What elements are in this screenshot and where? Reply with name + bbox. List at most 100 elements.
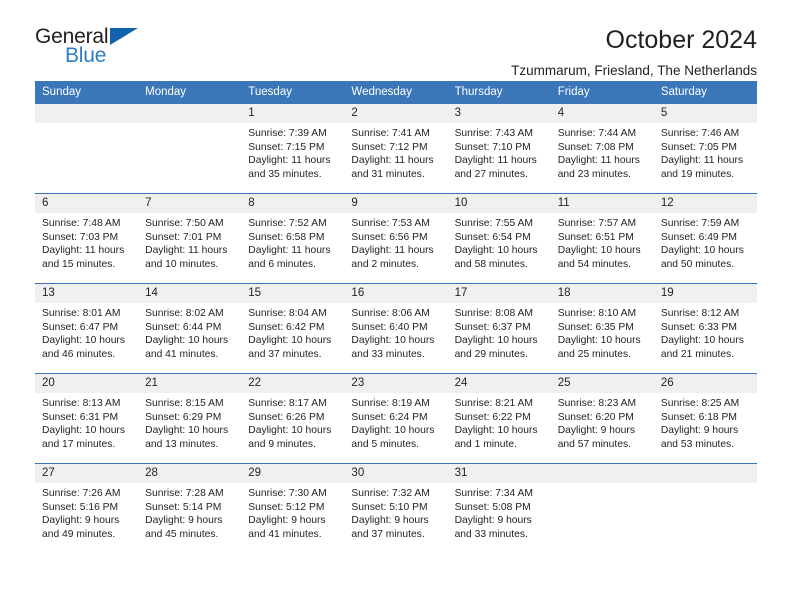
day-details: Sunrise: 7:52 AM Sunset: 6:58 PM Dayligh… — [241, 213, 344, 271]
day-cell[interactable]: 19 Sunrise: 8:12 AM Sunset: 6:33 PM Dayl… — [653, 283, 757, 374]
day-cell[interactable]: 3 Sunrise: 7:43 AM Sunset: 7:10 PM Dayli… — [447, 103, 551, 194]
day-cell[interactable]: 27 Sunrise: 7:26 AM Sunset: 5:16 PM Dayl… — [35, 463, 139, 554]
day-cell[interactable]: 12 Sunrise: 7:59 AM Sunset: 6:49 PM Dayl… — [653, 193, 757, 284]
day-cell[interactable]: 18 Sunrise: 8:10 AM Sunset: 6:35 PM Dayl… — [550, 283, 654, 374]
weekday-header-sunday: Sunday — [35, 81, 139, 104]
sunrise-text: Sunrise: 8:23 AM — [557, 398, 637, 409]
sunset-text: Sunset: 6:20 PM — [557, 411, 634, 423]
sunset-text: Sunset: 5:16 PM — [42, 501, 119, 513]
day-cell[interactable]: 23 Sunrise: 8:19 AM Sunset: 6:24 PM Dayl… — [344, 373, 448, 464]
day-details: Sunrise: 8:25 AM Sunset: 6:18 PM Dayligh… — [654, 393, 757, 451]
sunrise-text: Sunrise: 8:19 AM — [351, 398, 430, 409]
sunset-text: Sunset: 5:14 PM — [145, 501, 222, 513]
day-cell[interactable]: 2 Sunrise: 7:41 AM Sunset: 7:12 PM Dayli… — [344, 103, 448, 194]
day-cell[interactable]: 16 Sunrise: 8:06 AM Sunset: 6:40 PM Dayl… — [344, 283, 448, 374]
daylight-text: Daylight: 9 hours and 53 minutes. — [660, 425, 739, 450]
weekday-header-saturday: Saturday — [653, 81, 757, 104]
day-cell[interactable]: 5 Sunrise: 7:46 AM Sunset: 7:05 PM Dayli… — [653, 103, 757, 194]
day-number: 17 — [447, 284, 551, 303]
day-number: 9 — [344, 194, 448, 213]
day-cell[interactable] — [35, 103, 139, 194]
day-cell[interactable]: 8 Sunrise: 7:52 AM Sunset: 6:58 PM Dayli… — [241, 193, 345, 284]
day-number: 24 — [447, 374, 551, 393]
sunrise-sunset-calendar: Sunday Monday Tuesday Wednesday Thursday… — [35, 81, 757, 554]
day-details: Sunrise: 7:44 AM Sunset: 7:08 PM Dayligh… — [551, 123, 654, 181]
week-row: 27 Sunrise: 7:26 AM Sunset: 5:16 PM Dayl… — [35, 463, 757, 554]
daylight-text: Daylight: 10 hours and 29 minutes. — [454, 335, 538, 360]
daylight-text: Daylight: 10 hours and 5 minutes. — [351, 425, 435, 450]
day-details — [654, 483, 757, 487]
sunset-text: Sunset: 6:26 PM — [248, 411, 325, 423]
day-cell[interactable]: 21 Sunrise: 8:15 AM Sunset: 6:29 PM Dayl… — [138, 373, 242, 464]
day-cell[interactable]: 25 Sunrise: 8:23 AM Sunset: 6:20 PM Dayl… — [550, 373, 654, 464]
day-cell[interactable]: 13 Sunrise: 8:01 AM Sunset: 6:47 PM Dayl… — [35, 283, 139, 374]
calendar-page: General Blue October 2024 Tzummarum, Fri… — [0, 0, 792, 612]
day-details: Sunrise: 7:32 AM Sunset: 5:10 PM Dayligh… — [344, 483, 447, 541]
day-cell[interactable]: 20 Sunrise: 8:13 AM Sunset: 6:31 PM Dayl… — [35, 373, 139, 464]
sunrise-text: Sunrise: 7:52 AM — [248, 218, 327, 229]
day-details: Sunrise: 8:13 AM Sunset: 6:31 PM Dayligh… — [35, 393, 138, 451]
day-number — [653, 464, 757, 483]
sunrise-text: Sunrise: 8:01 AM — [42, 308, 121, 319]
day-number: 12 — [653, 194, 757, 213]
sunrise-text: Sunrise: 7:41 AM — [351, 128, 430, 139]
day-cell[interactable]: 6 Sunrise: 7:48 AM Sunset: 7:03 PM Dayli… — [35, 193, 139, 284]
day-details: Sunrise: 7:30 AM Sunset: 5:12 PM Dayligh… — [241, 483, 344, 541]
daylight-text: Daylight: 10 hours and 9 minutes. — [248, 425, 332, 450]
day-details: Sunrise: 7:55 AM Sunset: 6:54 PM Dayligh… — [448, 213, 551, 271]
day-cell[interactable]: 10 Sunrise: 7:55 AM Sunset: 6:54 PM Dayl… — [447, 193, 551, 284]
daylight-text: Daylight: 9 hours and 45 minutes. — [145, 515, 223, 540]
daylight-text: Daylight: 11 hours and 31 minutes. — [351, 155, 434, 180]
sunset-text: Sunset: 7:05 PM — [660, 141, 737, 153]
day-cell[interactable]: 14 Sunrise: 8:02 AM Sunset: 6:44 PM Dayl… — [138, 283, 242, 374]
day-number: 7 — [138, 194, 242, 213]
day-number: 21 — [138, 374, 242, 393]
day-cell[interactable] — [550, 463, 654, 554]
weekday-header-wednesday: Wednesday — [344, 81, 448, 104]
daylight-text: Daylight: 10 hours and 1 minute. — [454, 425, 538, 450]
sunrise-text: Sunrise: 7:53 AM — [351, 218, 430, 229]
sunset-text: Sunset: 6:47 PM — [42, 321, 119, 333]
day-details — [138, 123, 241, 127]
day-cell[interactable]: 31 Sunrise: 7:34 AM Sunset: 5:08 PM Dayl… — [447, 463, 551, 554]
sunset-text: Sunset: 6:44 PM — [145, 321, 222, 333]
day-cell[interactable]: 9 Sunrise: 7:53 AM Sunset: 6:56 PM Dayli… — [344, 193, 448, 284]
day-cell[interactable]: 26 Sunrise: 8:25 AM Sunset: 6:18 PM Dayl… — [653, 373, 757, 464]
day-cell[interactable]: 17 Sunrise: 8:08 AM Sunset: 6:37 PM Dayl… — [447, 283, 551, 374]
day-details: Sunrise: 7:48 AM Sunset: 7:03 PM Dayligh… — [35, 213, 138, 271]
day-cell[interactable]: 4 Sunrise: 7:44 AM Sunset: 7:08 PM Dayli… — [550, 103, 654, 194]
day-cell[interactable]: 22 Sunrise: 8:17 AM Sunset: 6:26 PM Dayl… — [241, 373, 345, 464]
day-cell[interactable]: 28 Sunrise: 7:28 AM Sunset: 5:14 PM Dayl… — [138, 463, 242, 554]
daylight-text: Daylight: 11 hours and 15 minutes. — [42, 245, 125, 270]
daylight-text: Daylight: 10 hours and 50 minutes. — [660, 245, 744, 270]
day-cell[interactable]: 15 Sunrise: 8:04 AM Sunset: 6:42 PM Dayl… — [241, 283, 345, 374]
calendar-body: 1 Sunrise: 7:39 AM Sunset: 7:15 PM Dayli… — [35, 103, 757, 554]
day-details: Sunrise: 7:41 AM Sunset: 7:12 PM Dayligh… — [344, 123, 447, 181]
day-cell[interactable] — [138, 103, 242, 194]
day-number: 20 — [35, 374, 139, 393]
day-number — [550, 464, 654, 483]
daylight-text: Daylight: 10 hours and 54 minutes. — [557, 245, 641, 270]
daylight-text: Daylight: 10 hours and 41 minutes. — [145, 335, 229, 360]
sunset-text: Sunset: 7:12 PM — [351, 141, 428, 153]
sunrise-text: Sunrise: 7:28 AM — [145, 488, 224, 499]
day-details — [35, 123, 138, 127]
day-cell[interactable]: 29 Sunrise: 7:30 AM Sunset: 5:12 PM Dayl… — [241, 463, 345, 554]
day-details: Sunrise: 8:21 AM Sunset: 6:22 PM Dayligh… — [448, 393, 551, 451]
day-cell[interactable]: 30 Sunrise: 7:32 AM Sunset: 5:10 PM Dayl… — [344, 463, 448, 554]
day-number: 1 — [241, 104, 345, 123]
weekday-header-tuesday: Tuesday — [241, 81, 345, 104]
day-cell[interactable]: 11 Sunrise: 7:57 AM Sunset: 6:51 PM Dayl… — [550, 193, 654, 284]
sunset-text: Sunset: 6:29 PM — [145, 411, 222, 423]
day-cell[interactable]: 7 Sunrise: 7:50 AM Sunset: 7:01 PM Dayli… — [138, 193, 242, 284]
day-cell[interactable] — [653, 463, 757, 554]
day-number: 29 — [241, 464, 345, 483]
day-cell[interactable]: 1 Sunrise: 7:39 AM Sunset: 7:15 PM Dayli… — [241, 103, 345, 194]
daylight-text: Daylight: 10 hours and 46 minutes. — [42, 335, 125, 360]
sunrise-text: Sunrise: 7:48 AM — [42, 218, 121, 229]
day-cell[interactable]: 24 Sunrise: 8:21 AM Sunset: 6:22 PM Dayl… — [447, 373, 551, 464]
day-details: Sunrise: 8:23 AM Sunset: 6:20 PM Dayligh… — [551, 393, 654, 451]
day-number: 23 — [344, 374, 448, 393]
daylight-text: Daylight: 11 hours and 2 minutes. — [351, 245, 434, 270]
week-row: 20 Sunrise: 8:13 AM Sunset: 6:31 PM Dayl… — [35, 373, 757, 464]
